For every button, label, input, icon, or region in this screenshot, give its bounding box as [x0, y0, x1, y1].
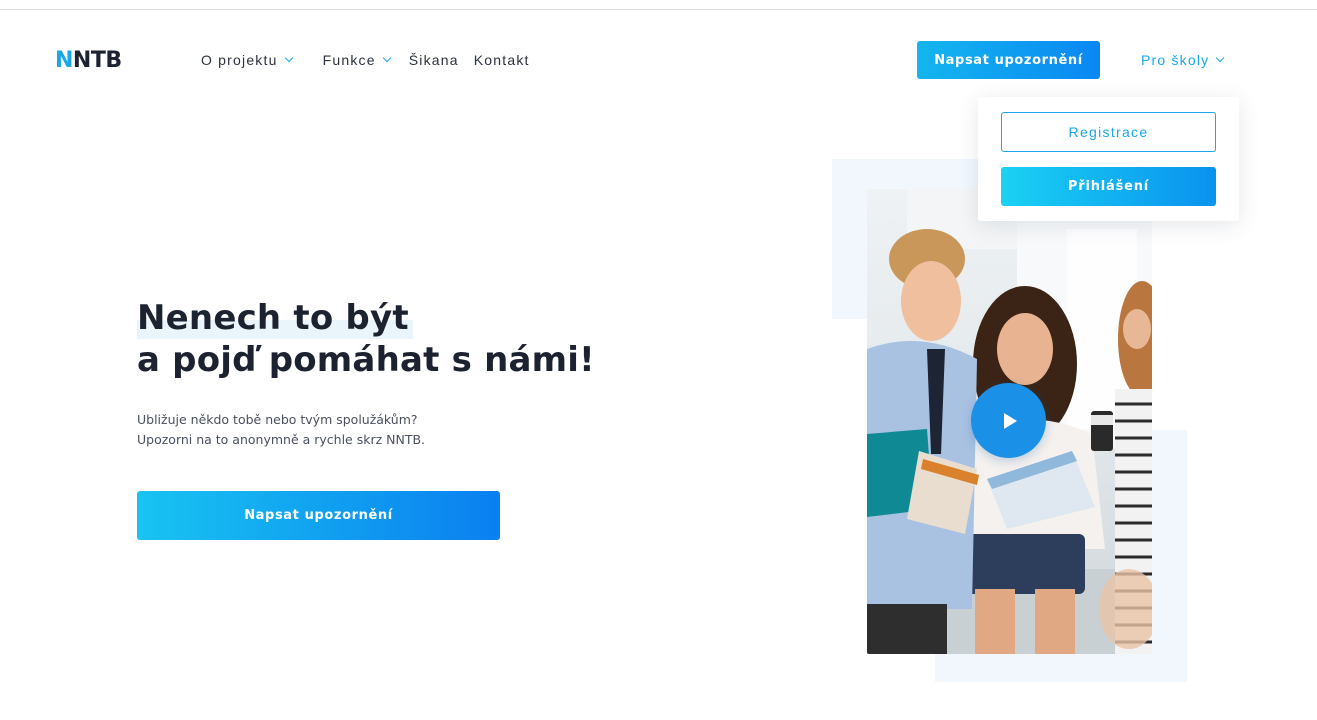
- chevron-down-icon: [284, 53, 293, 63]
- hero-subtitle-line-2: Upozorni na to anonymně a rychle skrz NN…: [137, 432, 426, 447]
- nav-item-funkce[interactable]: Funkce: [322, 52, 391, 68]
- hero-title-line-2: a pojď pomáhat s námi!: [137, 340, 595, 380]
- logo-text: NTB: [72, 48, 122, 73]
- nntb-logo[interactable]: NNTB: [55, 48, 122, 73]
- nav-item-o-projektu[interactable]: O projektu: [201, 52, 293, 68]
- chevron-down-icon: [382, 53, 391, 63]
- write-warning-header-button[interactable]: Napsat upozornění: [917, 41, 1100, 79]
- main-nav: O projektu Funkce Šikana Kontakt: [201, 52, 530, 68]
- nav-item-label: Funkce: [322, 52, 376, 68]
- top-divider: [0, 9, 1317, 10]
- play-video-button[interactable]: [971, 383, 1046, 458]
- nav-item-sikana[interactable]: Šikana: [409, 52, 459, 68]
- schools-menu-toggle[interactable]: Pro školy: [1141, 52, 1225, 68]
- hero-subtitle-line-1: Ubližuje někdo tobě nebo tvým spolužákům…: [137, 412, 418, 427]
- nav-item-label: Šikana: [408, 52, 459, 68]
- chevron-down-icon: [1216, 53, 1225, 63]
- schools-dropdown-menu: Registrace Přihlášení: [978, 97, 1239, 221]
- nav-item-label: Kontakt: [473, 52, 530, 68]
- hero-subtitle: Ubližuje někdo tobě nebo tvým spolužákům…: [137, 410, 425, 450]
- login-button[interactable]: Přihlášení: [1001, 167, 1216, 206]
- write-warning-hero-button[interactable]: Napsat upozornění: [137, 491, 500, 540]
- registration-button[interactable]: Registrace: [1001, 112, 1216, 152]
- hero-title-line-1: Nenech to být: [137, 297, 413, 339]
- logo-accent-letter: N: [55, 48, 73, 73]
- hero-title: Nenech to být a pojď pomáhat s námi!: [137, 297, 595, 381]
- nav-item-kontakt[interactable]: Kontakt: [474, 52, 530, 68]
- schools-menu-label: Pro školy: [1141, 52, 1210, 68]
- nav-item-label: O projektu: [201, 52, 278, 68]
- play-icon: [1004, 412, 1017, 429]
